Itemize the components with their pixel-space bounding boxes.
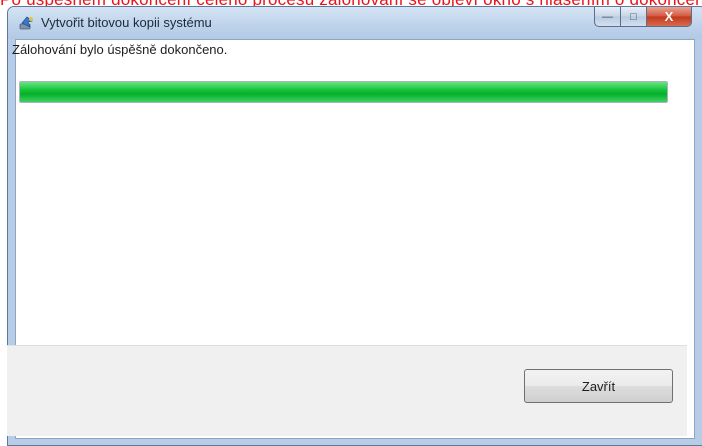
backup-app-icon — [19, 16, 33, 30]
close-icon: X — [664, 9, 674, 24]
close-button[interactable]: Zavřít — [524, 369, 673, 403]
title-bar[interactable]: Vytvořit bitovou kopii systému — □ X — [8, 7, 702, 39]
close-window-button[interactable]: X — [647, 7, 692, 27]
progress-bar-fill — [20, 82, 667, 102]
maximize-button[interactable]: □ — [621, 7, 647, 27]
window-title: Vytvořit bitovou kopii systému — [41, 15, 212, 30]
minimize-icon: — — [602, 10, 613, 23]
maximize-icon: □ — [630, 10, 637, 23]
caption-buttons: — □ X — [594, 7, 692, 28]
minimize-button[interactable]: — — [594, 7, 621, 27]
progress-bar — [19, 81, 668, 103]
completion-message: Zálohování bylo úspěšně dokončeno. — [12, 42, 228, 57]
